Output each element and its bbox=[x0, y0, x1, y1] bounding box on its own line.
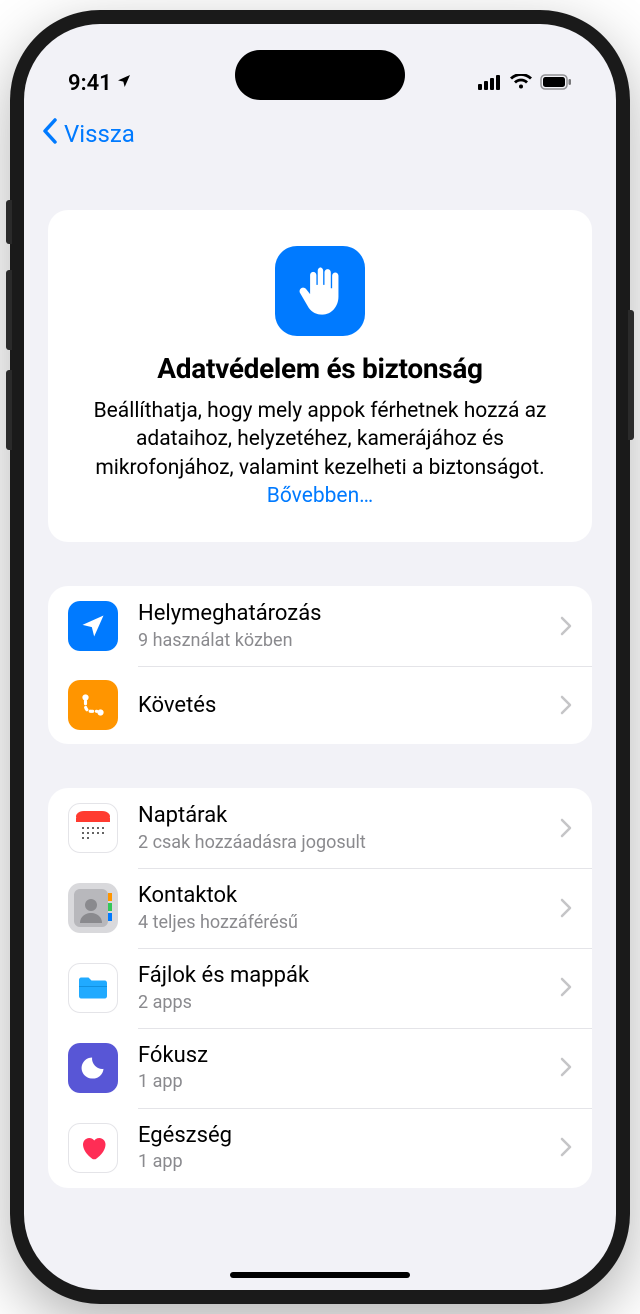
chevron-right-icon bbox=[560, 610, 572, 643]
row-subtitle: 9 használat közben bbox=[138, 629, 560, 652]
location-arrow-icon bbox=[68, 601, 118, 651]
row-files[interactable]: Fájlok és mappák 2 apps bbox=[48, 948, 592, 1028]
tracking-icon bbox=[68, 680, 118, 730]
row-location[interactable]: Helymeghatározás 9 használat közben bbox=[48, 586, 592, 666]
row-subtitle: 4 teljes hozzáférésű bbox=[138, 911, 560, 934]
row-title: Naptárak bbox=[138, 802, 560, 830]
contacts-icon bbox=[68, 883, 118, 933]
row-tracking[interactable]: Követés bbox=[48, 666, 592, 744]
dynamic-island bbox=[235, 50, 405, 100]
privacy-hand-icon bbox=[275, 246, 365, 336]
battery-icon bbox=[540, 71, 572, 96]
row-title: Fájlok és mappák bbox=[138, 962, 560, 990]
location-indicator-icon bbox=[116, 73, 132, 94]
row-title: Fókusz bbox=[138, 1042, 560, 1070]
row-subtitle: 1 app bbox=[138, 1150, 560, 1173]
chevron-right-icon bbox=[560, 812, 572, 845]
row-subtitle: 1 app bbox=[138, 1070, 560, 1093]
back-button[interactable]: Vissza bbox=[42, 117, 135, 151]
wifi-icon bbox=[510, 71, 532, 96]
list-group-location: Helymeghatározás 9 használat közben Köve… bbox=[48, 586, 592, 744]
folder-icon bbox=[68, 963, 118, 1013]
row-title: Egészség bbox=[138, 1122, 560, 1150]
content-scroll[interactable]: Adatvédelem és biztonság Beállíthatja, h… bbox=[24, 164, 616, 1270]
chevron-right-icon bbox=[560, 1051, 572, 1084]
chevron-right-icon bbox=[560, 892, 572, 925]
chevron-right-icon bbox=[560, 971, 572, 1004]
calendar-icon bbox=[68, 803, 118, 853]
row-focus[interactable]: Fókusz 1 app bbox=[48, 1028, 592, 1108]
back-label: Vissza bbox=[64, 120, 135, 148]
row-calendars[interactable]: Naptárak 2 csak hozzáadásra jogosult bbox=[48, 788, 592, 868]
hero-card: Adatvédelem és biztonság Beállíthatja, h… bbox=[48, 210, 592, 542]
row-health[interactable]: Egészség 1 app bbox=[48, 1108, 592, 1188]
status-time: 9:41 bbox=[68, 71, 112, 96]
list-group-data: Naptárak 2 csak hozzáadásra jogosult Kon… bbox=[48, 788, 592, 1187]
row-title: Követés bbox=[138, 692, 560, 720]
chevron-left-icon bbox=[42, 117, 58, 151]
learn-more-link[interactable]: Bővebben… bbox=[267, 484, 373, 508]
row-title: Kontaktok bbox=[138, 882, 560, 910]
chevron-right-icon bbox=[560, 1131, 572, 1164]
nav-bar: Vissza bbox=[24, 104, 616, 164]
moon-icon bbox=[68, 1043, 118, 1093]
row-title: Helymeghatározás bbox=[138, 600, 560, 628]
cellular-icon bbox=[478, 71, 502, 96]
hero-title: Adatvédelem és biztonság bbox=[76, 352, 564, 385]
heart-icon bbox=[68, 1123, 118, 1173]
chevron-right-icon bbox=[560, 689, 572, 722]
hero-description: Beállíthatja, hogy mely appok férhetnek … bbox=[76, 397, 564, 510]
row-subtitle: 2 csak hozzáadásra jogosult bbox=[138, 831, 560, 854]
row-subtitle: 2 apps bbox=[138, 991, 560, 1014]
row-contacts[interactable]: Kontaktok 4 teljes hozzáférésű bbox=[48, 868, 592, 948]
home-indicator[interactable] bbox=[230, 1272, 410, 1278]
